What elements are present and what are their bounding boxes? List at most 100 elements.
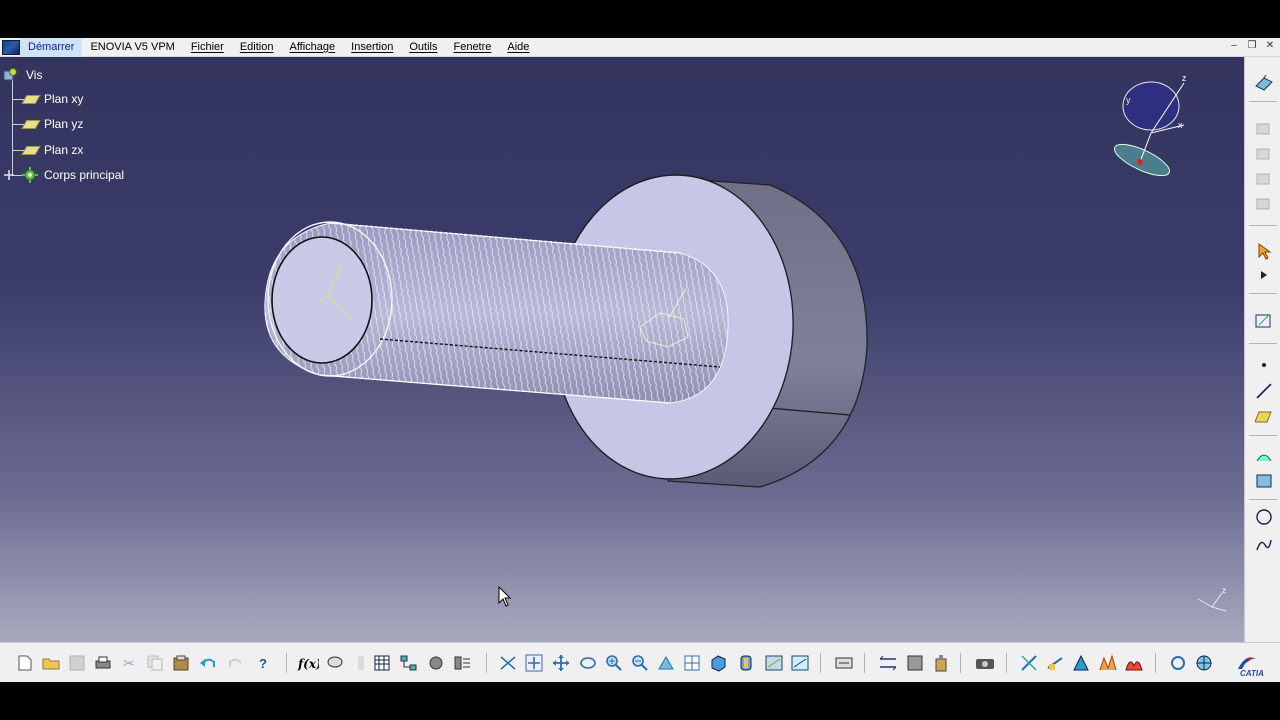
triad-z-label: z bbox=[1222, 586, 1226, 595]
tree-item-plan-xy[interactable]: Plan xy bbox=[21, 89, 84, 109]
fly-icon[interactable] bbox=[452, 653, 474, 673]
menu-edition[interactable]: Edition bbox=[232, 38, 282, 57]
menu-aide[interactable]: Aide bbox=[499, 38, 537, 57]
menu-outils[interactable]: Outils bbox=[401, 38, 445, 57]
tree-item-label: Corps principal bbox=[44, 168, 125, 182]
spline-icon[interactable] bbox=[1253, 535, 1275, 555]
knowledge-icon[interactable] bbox=[350, 653, 372, 673]
tree-connector bbox=[12, 124, 24, 125]
menu-demarrer[interactable]: Démarrer bbox=[20, 37, 83, 57]
gear-icon bbox=[22, 167, 38, 183]
expand-icon[interactable] bbox=[4, 170, 14, 180]
tree-root[interactable]: Vis bbox=[2, 65, 42, 85]
right-toolbar bbox=[1244, 57, 1280, 642]
save-icon[interactable] bbox=[66, 653, 88, 673]
catia-logo: CATIA bbox=[1232, 651, 1272, 678]
normal-view-icon[interactable] bbox=[629, 653, 651, 673]
part2-icon[interactable] bbox=[1253, 194, 1275, 214]
measure-between-icon[interactable] bbox=[833, 653, 855, 673]
plane-icon bbox=[21, 119, 41, 129]
formula-icon[interactable]: f(x) bbox=[297, 653, 319, 673]
restore-icon[interactable]: ❐ bbox=[1245, 40, 1259, 51]
tree-item-label: Plan zx bbox=[44, 143, 84, 157]
curvature-icon[interactable] bbox=[1044, 653, 1066, 673]
sketch-plane-icon[interactable] bbox=[1253, 119, 1275, 139]
plane-icon[interactable] bbox=[1253, 407, 1275, 427]
analysis-icon[interactable] bbox=[974, 653, 996, 673]
refresh-icon[interactable] bbox=[1167, 653, 1189, 673]
bottom-toolbar: ✂ ? f(x) bbox=[0, 642, 1280, 682]
update-icon[interactable] bbox=[789, 653, 811, 673]
tree-item-label: Plan yz bbox=[44, 117, 84, 131]
line-icon[interactable] bbox=[1253, 381, 1275, 401]
constraints-icon[interactable] bbox=[1253, 144, 1275, 164]
tree-icon[interactable] bbox=[398, 653, 420, 673]
fit-all-icon[interactable] bbox=[497, 653, 519, 673]
measure-icon[interactable] bbox=[425, 653, 447, 673]
select-arrow-icon[interactable] bbox=[1253, 241, 1275, 261]
gradient-icon[interactable] bbox=[1123, 653, 1145, 673]
menu-affichage[interactable]: Affichage bbox=[281, 38, 343, 57]
sketcher-icon[interactable] bbox=[1253, 73, 1275, 93]
minimize-icon[interactable]: – bbox=[1227, 40, 1241, 51]
shading-icon[interactable] bbox=[707, 653, 729, 673]
multi-view-icon[interactable] bbox=[655, 653, 677, 673]
menu-fichier[interactable]: Fichier bbox=[183, 38, 232, 57]
menu-bar: Démarrer ENOVIA V5 VPM Fichier Edition A… bbox=[0, 37, 1280, 57]
iso-view-icon[interactable] bbox=[681, 653, 703, 673]
pan-icon[interactable] bbox=[523, 653, 545, 673]
surface-icon[interactable] bbox=[1253, 447, 1275, 467]
zoom-out-icon[interactable] bbox=[603, 653, 625, 673]
compass-z-label: z bbox=[1182, 73, 1187, 83]
zoom-in-icon[interactable] bbox=[577, 653, 599, 673]
open-icon[interactable] bbox=[40, 653, 62, 673]
part-icon bbox=[3, 68, 17, 81]
web-icon[interactable] bbox=[1193, 653, 1215, 673]
table-icon[interactable] bbox=[371, 653, 393, 673]
measure-inertia-icon[interactable] bbox=[904, 653, 926, 673]
point-icon[interactable] bbox=[1253, 355, 1275, 375]
parts-icon[interactable] bbox=[1253, 169, 1275, 189]
plane-icon bbox=[21, 94, 41, 104]
tree-item-plan-yz[interactable]: Plan yz bbox=[21, 114, 84, 134]
sketch-icon[interactable] bbox=[1253, 311, 1275, 331]
plane-icon bbox=[21, 145, 41, 155]
circle-icon[interactable] bbox=[1253, 507, 1275, 527]
tree-connector bbox=[12, 99, 24, 100]
print-icon[interactable] bbox=[92, 653, 114, 673]
screw-model[interactable] bbox=[0, 57, 1244, 642]
compass-y-label: y bbox=[1126, 95, 1131, 105]
redo-icon[interactable] bbox=[225, 653, 247, 673]
tree-item-plan-zx[interactable]: Plan zx bbox=[21, 140, 84, 160]
rotate-icon[interactable] bbox=[550, 653, 572, 673]
tree-item-corps-principal[interactable]: Corps principal bbox=[2, 165, 124, 185]
measure-item-icon[interactable] bbox=[877, 653, 899, 673]
undo-icon[interactable] bbox=[197, 653, 219, 673]
menu-fenetre[interactable]: Fenetre bbox=[445, 38, 499, 57]
copy-icon[interactable] bbox=[144, 653, 166, 673]
comment-icon[interactable] bbox=[324, 653, 346, 673]
tree-item-label: Plan xy bbox=[44, 92, 84, 106]
letterbox-top bbox=[0, 0, 1280, 38]
capture-icon[interactable] bbox=[930, 653, 952, 673]
multi-icon[interactable] bbox=[1253, 471, 1275, 491]
help-icon[interactable]: ? bbox=[253, 653, 275, 673]
axis-triad-icon: z bbox=[1197, 586, 1227, 612]
catia-app-icon[interactable] bbox=[2, 39, 20, 55]
paste-icon[interactable] bbox=[170, 653, 192, 673]
thickness-icon[interactable] bbox=[1070, 653, 1092, 673]
menu-insertion[interactable]: Insertion bbox=[343, 38, 401, 57]
cut-icon[interactable]: ✂ bbox=[118, 653, 140, 673]
3d-viewport[interactable]: Vis Plan xy Plan yz Plan zx Corps princi… bbox=[0, 57, 1244, 642]
tree-connector bbox=[12, 150, 24, 151]
draft-icon[interactable] bbox=[1018, 653, 1040, 673]
menu-enovia[interactable]: ENOVIA V5 VPM bbox=[82, 38, 182, 57]
expand-arrow-icon[interactable] bbox=[1253, 265, 1275, 285]
close-icon[interactable]: ✕ bbox=[1263, 40, 1277, 51]
compass-icon[interactable]: z y x bbox=[1106, 73, 1196, 183]
svg-text:?: ? bbox=[259, 656, 267, 671]
swap-icon[interactable] bbox=[763, 653, 785, 673]
hide-show-icon[interactable] bbox=[735, 653, 757, 673]
new-icon[interactable] bbox=[14, 653, 36, 673]
surface-analysis-icon[interactable] bbox=[1097, 653, 1119, 673]
